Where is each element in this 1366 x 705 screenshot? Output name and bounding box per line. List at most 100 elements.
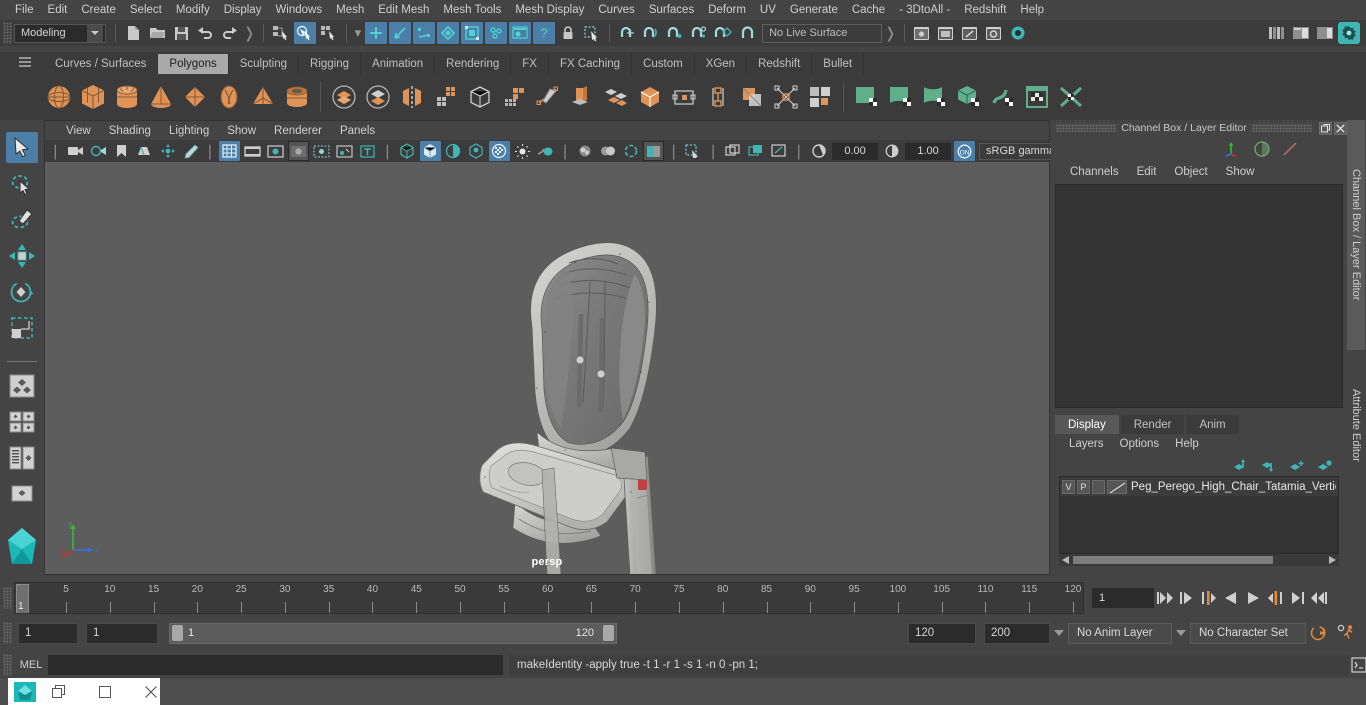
panel-drag-handle-left[interactable]	[1056, 124, 1117, 132]
menu-curves[interactable]: Curves	[591, 1, 641, 19]
viewport-gamma-preview-icon[interactable]	[643, 141, 665, 161]
open-scene-icon[interactable]	[146, 22, 168, 44]
menu-display[interactable]: Display	[217, 1, 269, 19]
light-shading-icon[interactable]	[488, 141, 510, 161]
chevron-down-icon[interactable]	[87, 24, 103, 42]
toolbar-collapse-bracket-2[interactable]: ❭	[884, 24, 897, 42]
menu-mesh-tools[interactable]: Mesh Tools	[436, 1, 508, 19]
go-to-end-icon[interactable]	[1308, 587, 1330, 609]
shelf-tab-bullet[interactable]: Bullet	[812, 54, 865, 74]
play-backwards-icon[interactable]	[1220, 587, 1242, 609]
wireframe-shading-icon[interactable]	[397, 141, 418, 161]
select-camera-icon[interactable]	[65, 141, 86, 161]
safe-title-icon[interactable]	[357, 141, 378, 161]
range-slider-bar[interactable]: 1 120	[169, 622, 617, 644]
layer-list-horizontal-scrollbar[interactable]	[1059, 554, 1339, 566]
textured-shading-icon[interactable]	[466, 141, 487, 161]
new-layer-from-selected-icon[interactable]	[1317, 459, 1333, 472]
isolate-select-icon[interactable]	[683, 141, 704, 161]
rotate-tool[interactable]	[6, 276, 38, 307]
menu-uv[interactable]: UV	[753, 1, 783, 19]
hypershade-icon[interactable]	[1007, 22, 1029, 44]
layer-list[interactable]: V P Peg_Perego_High_Chair_Tatamia_Vertic…	[1059, 476, 1339, 554]
attribute-editor-toggle-icon[interactable]	[1314, 22, 1336, 44]
snap-curve-icon[interactable]	[389, 22, 412, 44]
shelf-tab-xgen[interactable]: XGen	[694, 54, 748, 74]
render-settings-icon[interactable]	[983, 22, 1005, 44]
outliner-persp-layout[interactable]	[6, 443, 38, 474]
ipr-render-icon[interactable]	[959, 22, 981, 44]
side-tab-attribute-editor[interactable]: Attribute Editor	[1347, 350, 1365, 500]
command-line-grip[interactable]	[3, 654, 12, 676]
uv-automatic-icon[interactable]	[952, 80, 986, 114]
select-object-icon[interactable]	[293, 22, 316, 44]
poly-sphere-icon[interactable]	[42, 80, 76, 114]
grid-toggle-icon[interactable]	[219, 141, 241, 161]
snap-network-icon[interactable]	[485, 22, 508, 44]
new-layer-icon[interactable]	[1289, 459, 1305, 472]
snap-point-icon[interactable]	[413, 22, 436, 44]
layer-menu-options[interactable]: Options	[1112, 437, 1168, 451]
move-layer-down-icon[interactable]	[1261, 459, 1277, 472]
poly-cube-icon[interactable]	[76, 80, 110, 114]
safe-action-icon[interactable]	[334, 141, 355, 161]
menu-set-selector[interactable]: Modeling	[14, 23, 106, 43]
grease-pencil-icon[interactable]	[180, 141, 201, 161]
layer-color-swatch[interactable]	[1107, 479, 1127, 494]
layer-shading-toggle[interactable]	[1092, 479, 1105, 494]
viewport-menu-lighting[interactable]: Lighting	[160, 124, 218, 138]
channel-menu-show[interactable]: Show	[1217, 165, 1264, 179]
select-hierarchy-icon[interactable]	[270, 22, 292, 44]
menu-edit-mesh[interactable]: Edit Mesh	[371, 1, 436, 19]
layer-row[interactable]: V P Peg_Perego_High_Chair_Tatamia_Vertic…	[1060, 477, 1338, 496]
magnet-plane-icon[interactable]	[712, 22, 734, 44]
gate-mask-icon[interactable]	[288, 141, 310, 161]
shelf-options-icon[interactable]	[18, 56, 34, 70]
range-end-handle[interactable]	[603, 625, 614, 641]
uv-planar-icon[interactable]	[884, 80, 918, 114]
scrollbar-thumb[interactable]	[1073, 556, 1273, 564]
animation-start-time-field[interactable]: 1	[18, 622, 78, 644]
magnet-center-icon[interactable]	[688, 22, 710, 44]
two-d-pan-zoom-icon[interactable]	[157, 141, 178, 161]
exposure-field[interactable]: 0.00	[832, 142, 879, 160]
uv-layout-icon[interactable]	[1020, 80, 1054, 114]
shelf-tab-redshift[interactable]: Redshift	[747, 54, 813, 74]
shelf-tab-custom[interactable]: Custom	[632, 54, 695, 74]
command-language-label[interactable]: MEL	[14, 659, 48, 671]
depth-of-field-icon[interactable]	[620, 141, 641, 161]
output-channels-icon[interactable]	[1281, 140, 1299, 158]
screen-space-ao-icon[interactable]	[535, 141, 556, 161]
transform-channels-icon[interactable]	[1225, 140, 1243, 158]
extrude-icon[interactable]	[565, 80, 599, 114]
combine-icon[interactable]	[327, 80, 361, 114]
anim-layer-dropdown-icon[interactable]	[1050, 623, 1068, 644]
close-window-icon[interactable]	[128, 678, 174, 705]
auto-keyframe-icon[interactable]	[1306, 624, 1332, 642]
field-chart-icon[interactable]	[311, 141, 332, 161]
layer-visibility-toggle[interactable]: V	[1062, 479, 1075, 494]
time-slider-grip[interactable]	[3, 587, 12, 609]
magnet-curve-icon[interactable]	[640, 22, 662, 44]
menu-help[interactable]: Help	[1013, 1, 1051, 19]
multi-cut-icon[interactable]	[531, 80, 565, 114]
target-weld-icon[interactable]	[769, 80, 803, 114]
menu-modify[interactable]: Modify	[169, 1, 217, 19]
snap-projected-center-icon[interactable]	[437, 22, 460, 44]
shelf-tab-fx-caching[interactable]: FX Caching	[548, 54, 633, 74]
maya-app-icon[interactable]	[14, 681, 36, 702]
magnet-live-icon[interactable]	[736, 22, 758, 44]
magnet-grid-icon[interactable]	[616, 22, 638, 44]
transfer-attributes-icon[interactable]	[803, 80, 837, 114]
shelf-tab-curves-surfaces[interactable]: Curves / Surfaces	[44, 54, 159, 74]
persp-graph-layout[interactable]	[6, 479, 38, 510]
gamma-field[interactable]: 1.00	[905, 142, 952, 160]
time-slider[interactable]: 1 5 10 15 20 25 30 35 40 45 50 55 60 65 70 75 80 85 90 95 1…	[14, 582, 1084, 614]
bookmark-icon[interactable]	[111, 141, 132, 161]
toolbar-collapse-bracket[interactable]: ❭	[243, 24, 256, 42]
motion-blur-icon[interactable]	[574, 141, 595, 161]
multisample-icon[interactable]	[597, 141, 618, 161]
shelf-tab-rendering[interactable]: Rendering	[435, 54, 512, 74]
resolution-gate-icon[interactable]	[265, 141, 286, 161]
anim-layer-field[interactable]: No Anim Layer	[1068, 622, 1172, 644]
